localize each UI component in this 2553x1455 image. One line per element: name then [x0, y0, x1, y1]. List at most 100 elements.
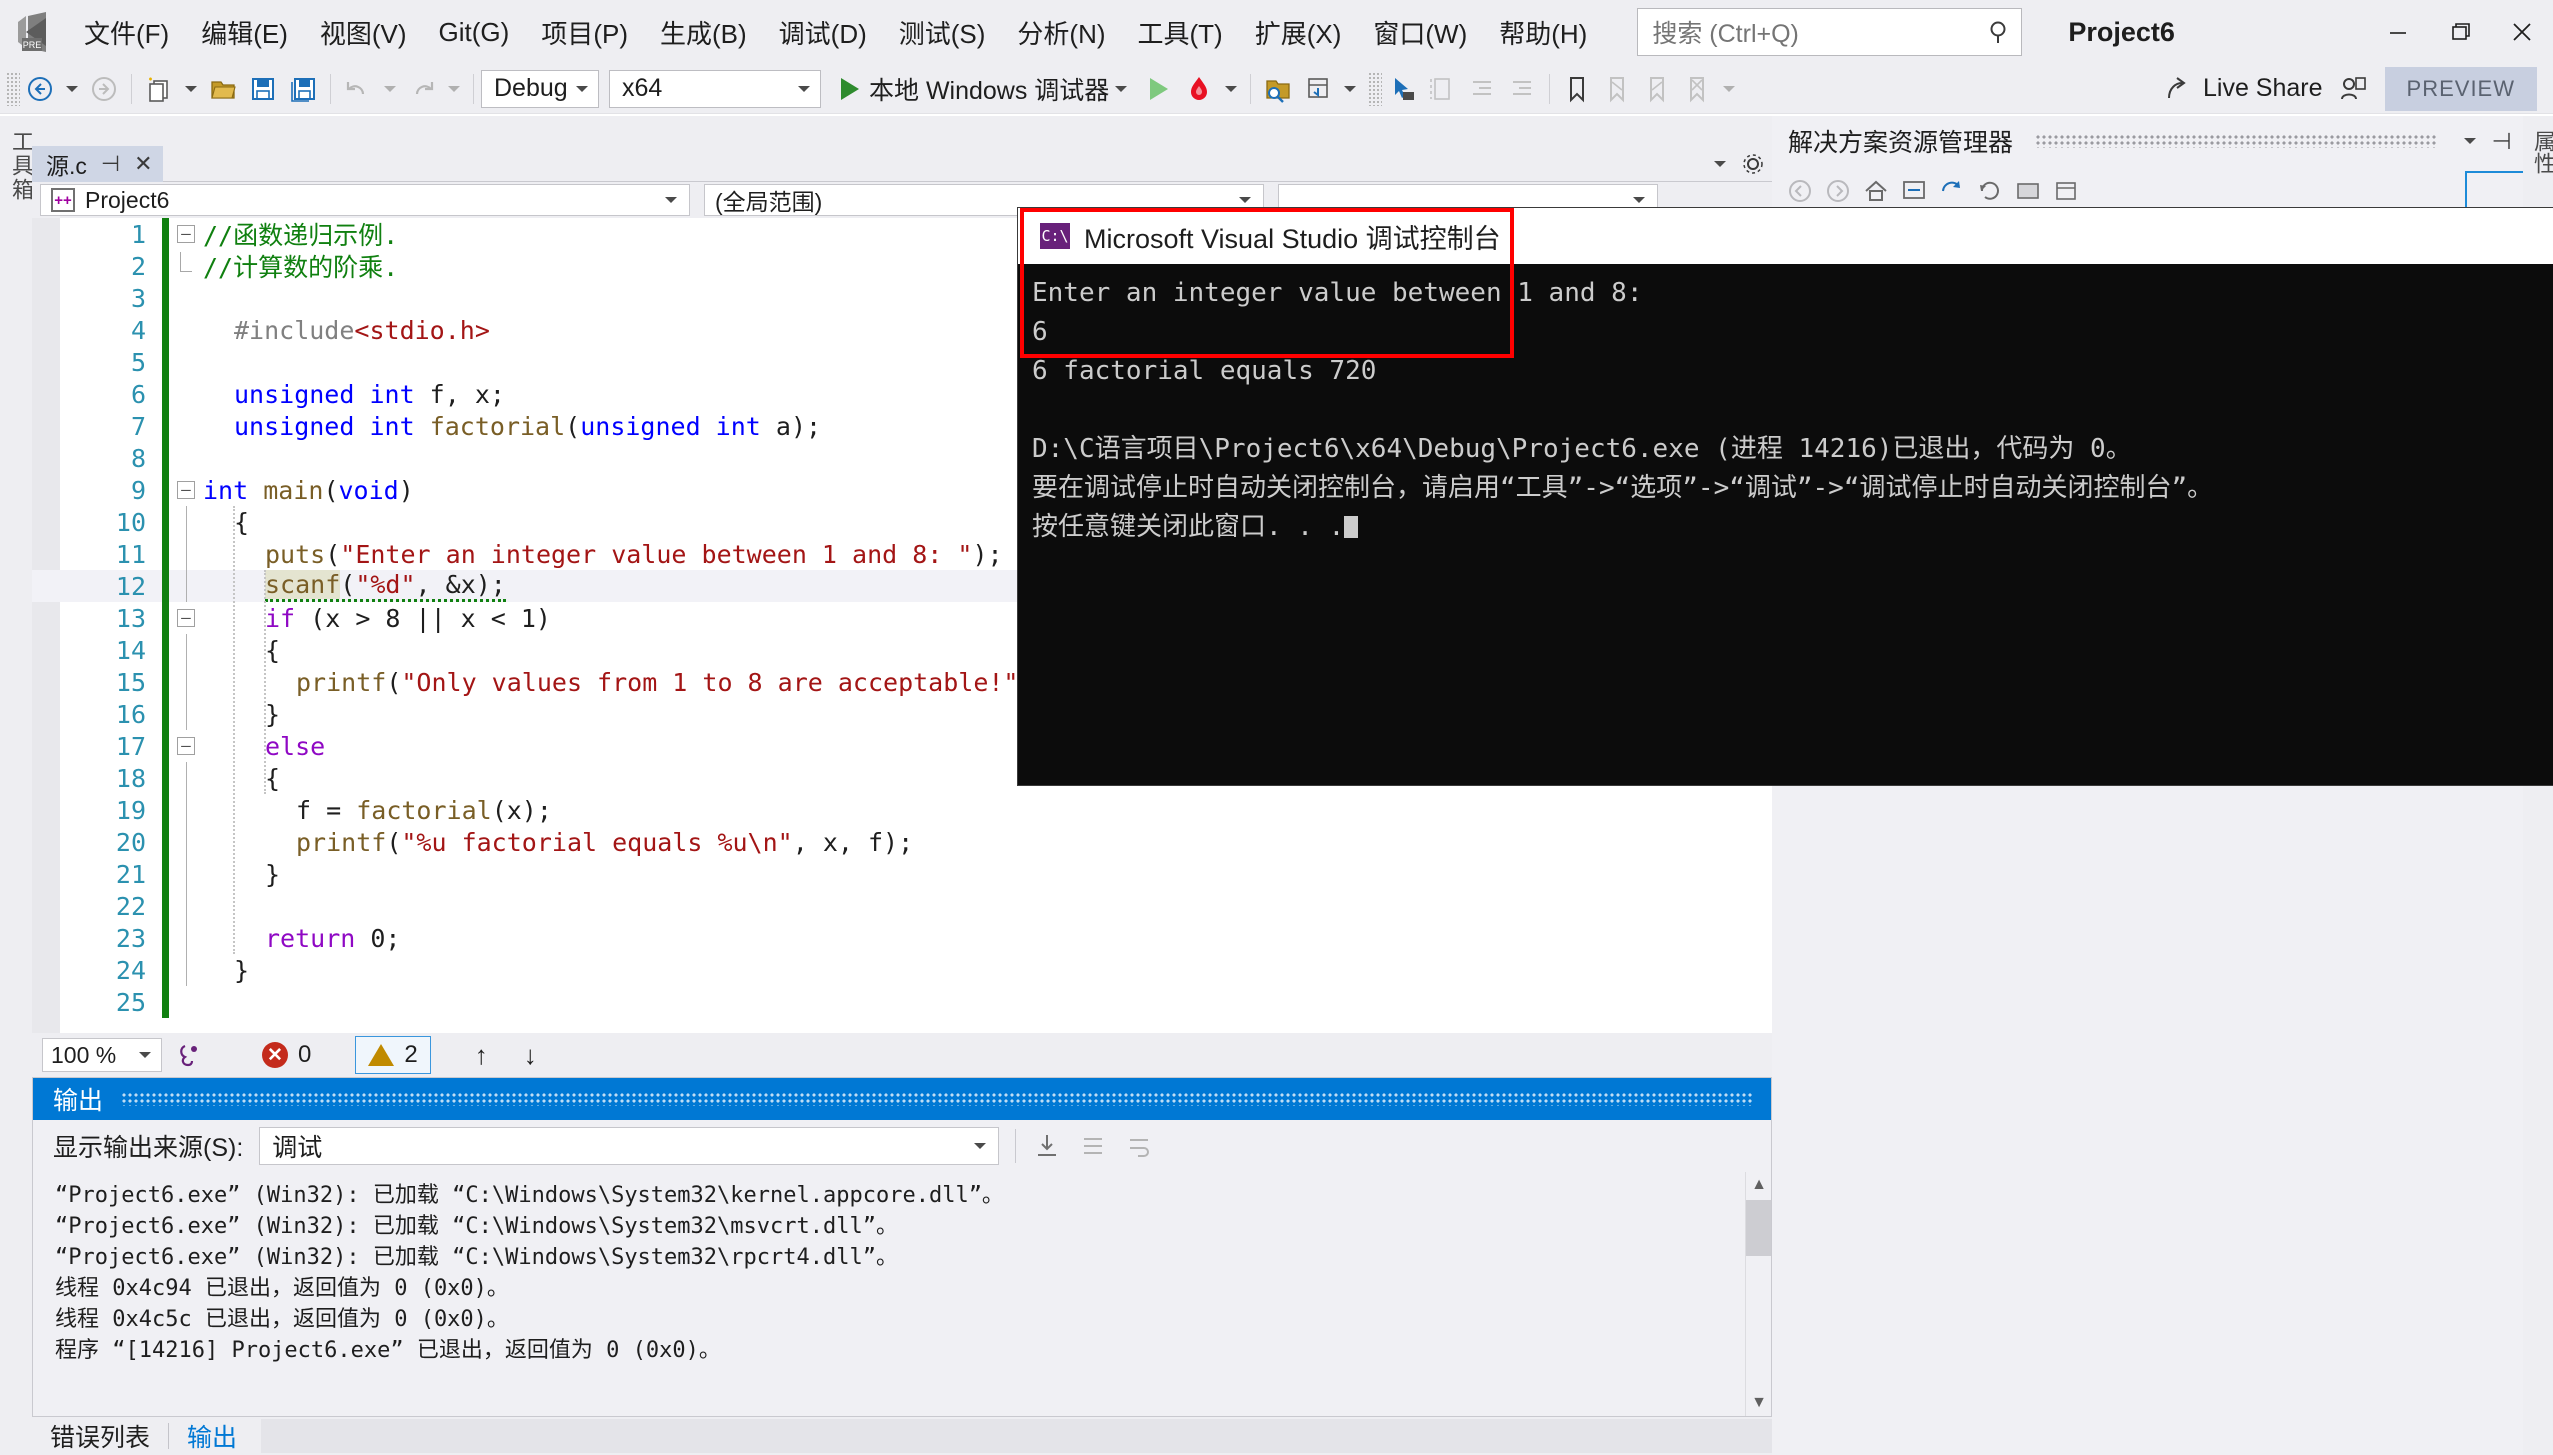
step-into-dropdown-icon[interactable]: [1344, 85, 1357, 92]
panel-drag-handle[interactable]: [2035, 134, 2436, 148]
fold-column[interactable]: [169, 826, 203, 858]
platform-combo[interactable]: x64: [609, 69, 821, 108]
scroll-up-icon[interactable]: ▲: [1746, 1172, 1772, 1198]
back-icon[interactable]: [1784, 175, 1816, 207]
chevron-down-icon[interactable]: [665, 197, 677, 203]
code-line[interactable]: 19 f = factorial(x);: [32, 794, 1772, 826]
close-icon[interactable]: ✕: [134, 151, 152, 177]
fold-column[interactable]: –: [169, 225, 203, 243]
menu-edit[interactable]: 编辑(E): [185, 8, 304, 57]
fold-column[interactable]: [169, 954, 203, 986]
menu-test[interactable]: 测试(S): [883, 8, 1002, 57]
properties-icon[interactable]: [2050, 175, 2082, 207]
menu-window[interactable]: 窗口(W): [1357, 8, 1483, 57]
show-all-files-icon[interactable]: [2012, 175, 2044, 207]
collapse-all-icon[interactable]: [1898, 175, 1930, 207]
close-button[interactable]: [2491, 0, 2553, 64]
chevron-down-icon[interactable]: [1239, 197, 1251, 203]
previous-issue-button[interactable]: ↑: [457, 1040, 506, 1071]
intellisense-icon[interactable]: [162, 1040, 218, 1070]
start-debugging-button[interactable]: 本地 Windows 调试器: [835, 69, 1139, 109]
hot-reload-icon[interactable]: [1179, 69, 1219, 109]
save-all-icon[interactable]: [283, 69, 323, 109]
fold-column[interactable]: [169, 570, 203, 602]
menu-project[interactable]: 项目(P): [525, 8, 644, 57]
fold-column[interactable]: [169, 634, 203, 666]
menu-git[interactable]: Git(G): [423, 11, 526, 54]
configuration-combo[interactable]: Debug: [481, 69, 599, 108]
toolbox-strip[interactable]: 工具箱: [0, 116, 34, 1455]
clear-all-icon[interactable]: [1078, 1131, 1108, 1161]
hot-reload-dropdown-icon[interactable]: [1225, 85, 1238, 92]
search-input[interactable]: 搜索 (Ctrl+Q): [1652, 14, 1987, 50]
sync-icon[interactable]: [1936, 175, 1968, 207]
pin-icon[interactable]: ⊣: [2492, 128, 2512, 155]
project-scope-combo[interactable]: ++ Project6: [40, 184, 690, 216]
code-line[interactable]: 25: [32, 986, 1772, 1018]
debug-console-window[interactable]: C:\ Microsoft Visual Studio 调试控制台 Enter …: [1018, 208, 2553, 785]
menu-build[interactable]: 生成(B): [644, 8, 763, 57]
navigate-forward-icon[interactable]: [84, 69, 124, 109]
start-without-debugging-icon[interactable]: [1139, 69, 1179, 109]
code-line[interactable]: 22: [32, 890, 1772, 922]
toggle-bookmark-icon[interactable]: [1557, 69, 1597, 109]
gear-icon[interactable]: [1742, 153, 1764, 175]
open-file-icon[interactable]: [203, 69, 243, 109]
fold-column[interactable]: –: [169, 609, 203, 627]
fold-column[interactable]: [169, 506, 203, 538]
chevron-down-icon[interactable]: [1633, 197, 1645, 203]
scroll-down-icon[interactable]: ▼: [1746, 1390, 1772, 1416]
menu-analyze[interactable]: 分析(N): [1001, 8, 1121, 57]
navigate-back-icon[interactable]: [20, 69, 60, 109]
editor-tab-source-c[interactable]: 源.c ⊣ ✕: [32, 146, 163, 182]
chevron-down-icon[interactable]: [974, 1143, 987, 1149]
bottom-tab-output[interactable]: 输出: [169, 1414, 255, 1455]
fold-column[interactable]: [169, 890, 203, 922]
live-share-button[interactable]: Live Share: [2153, 69, 2333, 109]
home-icon[interactable]: [1860, 175, 1892, 207]
toggle-word-wrap-icon[interactable]: [1124, 1131, 1154, 1161]
chevron-down-icon[interactable]: [139, 1052, 151, 1058]
menu-view[interactable]: 视图(V): [304, 8, 423, 57]
fold-column[interactable]: [169, 922, 203, 954]
chevron-down-icon[interactable]: [798, 85, 810, 92]
code-line[interactable]: 23 return 0;: [32, 922, 1772, 954]
menu-file[interactable]: 文件(F): [68, 8, 185, 57]
code-line[interactable]: 20 printf("%u factorial equals %u\n", x, …: [32, 826, 1772, 858]
menu-help[interactable]: 帮助(H): [1483, 8, 1603, 57]
panel-drag-handle[interactable]: [121, 1092, 1753, 1106]
refresh-icon[interactable]: [1974, 175, 2006, 207]
save-icon[interactable]: [243, 69, 283, 109]
toolbar-grip-2[interactable]: [1368, 71, 1383, 106]
minimize-button[interactable]: [2367, 0, 2429, 64]
chevron-down-icon[interactable]: [2463, 138, 2476, 144]
error-count-indicator[interactable]: ✕ 0: [252, 1037, 321, 1073]
collapse-icon[interactable]: –: [177, 225, 195, 243]
fold-column[interactable]: [169, 538, 203, 570]
fold-column[interactable]: [169, 252, 203, 280]
zoom-level-combo[interactable]: 100 %: [42, 1038, 162, 1072]
output-source-combo[interactable]: 调试: [259, 1127, 1000, 1165]
code-line[interactable]: 24}: [32, 954, 1772, 986]
navigate-back-dropdown-icon[interactable]: [66, 85, 78, 92]
menu-debug[interactable]: 调试(D): [763, 8, 883, 57]
new-project-dropdown-icon[interactable]: [185, 85, 197, 92]
open-folder-search-icon[interactable]: [1258, 69, 1298, 109]
forward-icon[interactable]: [1822, 175, 1854, 207]
restore-button[interactable]: [2429, 0, 2491, 64]
bottom-tab-error-list[interactable]: 错误列表: [32, 1414, 168, 1455]
code-line[interactable]: 21}: [32, 858, 1772, 890]
chevron-down-icon[interactable]: [1714, 161, 1726, 167]
fold-column[interactable]: –: [169, 481, 203, 499]
collapse-icon[interactable]: –: [177, 609, 195, 627]
fold-column[interactable]: [169, 698, 203, 730]
new-project-icon[interactable]: [139, 69, 179, 109]
search-box[interactable]: 搜索 (Ctrl+Q): [1637, 8, 2023, 56]
chevron-down-icon[interactable]: [576, 85, 588, 92]
collapse-icon[interactable]: –: [177, 737, 195, 755]
fold-column[interactable]: [169, 666, 203, 698]
menu-extensions[interactable]: 扩展(X): [1239, 8, 1358, 57]
fold-column[interactable]: [169, 858, 203, 890]
menu-tools[interactable]: 工具(T): [1122, 8, 1239, 57]
output-panel-header[interactable]: 输出: [33, 1078, 1771, 1120]
